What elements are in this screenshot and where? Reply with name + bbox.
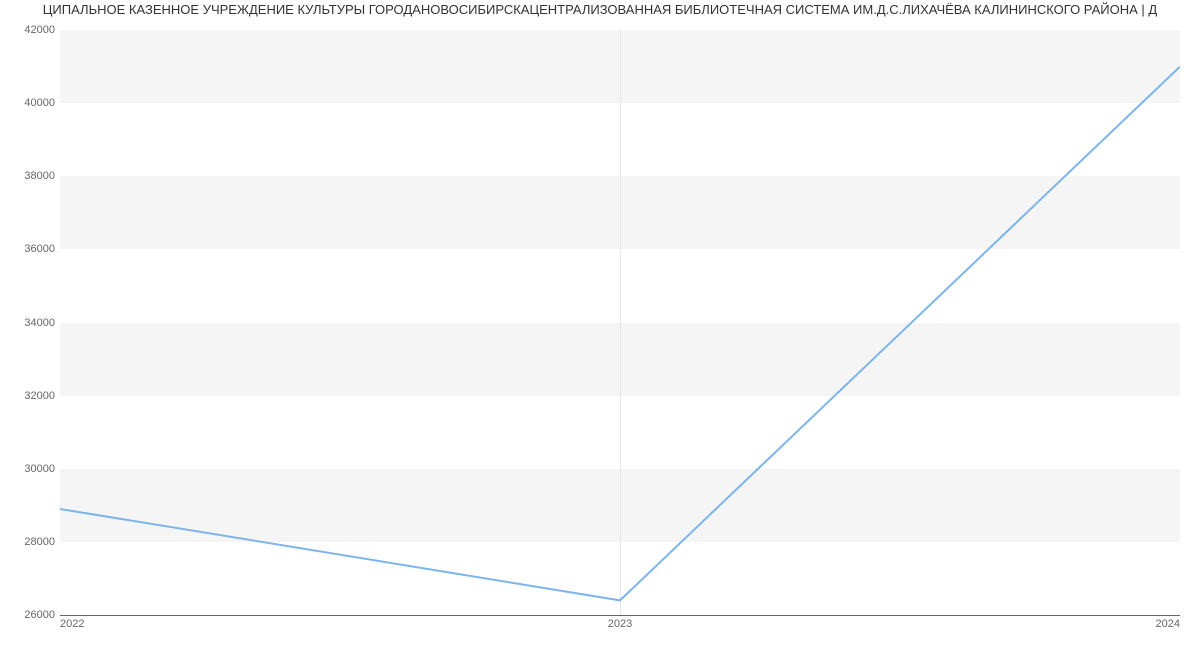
y-tick-label: 30000 <box>5 463 55 475</box>
x-tick-label: 2024 <box>1156 618 1180 630</box>
y-tick-label: 26000 <box>5 609 55 621</box>
x-tick-label: 2023 <box>608 618 632 630</box>
y-tick-label: 42000 <box>5 24 55 36</box>
y-tick-label: 38000 <box>5 170 55 182</box>
y-tick-label: 32000 <box>5 390 55 402</box>
line-series <box>60 30 1180 615</box>
y-tick-label: 28000 <box>5 536 55 548</box>
y-tick-label: 34000 <box>5 317 55 329</box>
y-tick-label: 36000 <box>5 243 55 255</box>
plot-area <box>60 30 1180 616</box>
y-tick-label: 40000 <box>5 97 55 109</box>
x-tick-label: 2022 <box>60 618 84 630</box>
chart-title: ЦИПАЛЬНОЕ КАЗЕННОЕ УЧРЕЖДЕНИЕ КУЛЬТУРЫ Г… <box>0 2 1200 17</box>
